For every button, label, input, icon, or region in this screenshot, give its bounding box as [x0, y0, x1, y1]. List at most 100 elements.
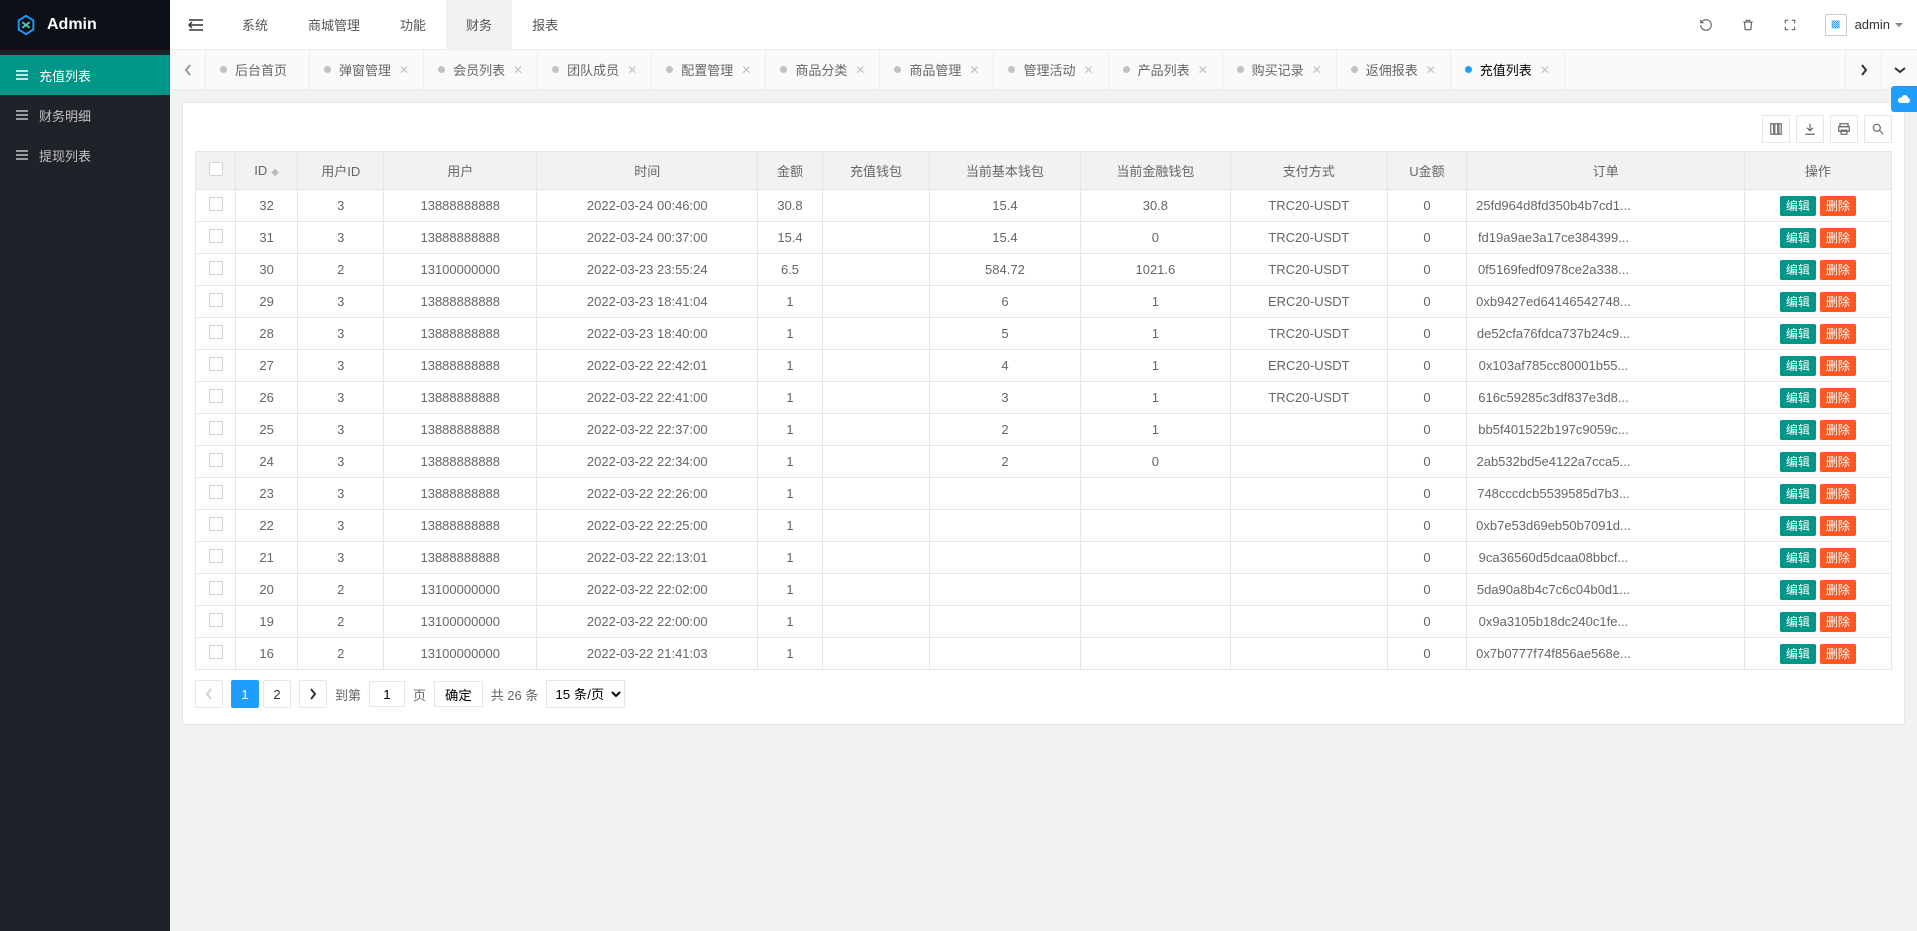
edit-button[interactable]: 编辑 [1780, 196, 1816, 216]
row-checkbox[interactable] [209, 325, 223, 339]
goto-input[interactable] [369, 681, 405, 707]
delete-button[interactable]: 删除 [1820, 420, 1856, 440]
row-checkbox[interactable] [209, 581, 223, 595]
delete-button[interactable]: 删除 [1820, 548, 1856, 568]
sidebar-toggle-button[interactable] [170, 0, 222, 49]
delete-button[interactable]: 删除 [1820, 260, 1856, 280]
float-helper-button[interactable] [1891, 86, 1917, 112]
close-icon[interactable]: ✕ [1426, 63, 1436, 77]
close-icon[interactable]: ✕ [969, 63, 979, 77]
page-number[interactable]: 2 [263, 680, 291, 708]
edit-button[interactable]: 编辑 [1780, 420, 1816, 440]
edit-button[interactable]: 编辑 [1780, 452, 1816, 472]
search-button[interactable] [1864, 115, 1892, 143]
tab-item[interactable]: 返佣报表✕ [1337, 50, 1451, 89]
delete-button[interactable]: 删除 [1820, 580, 1856, 600]
edit-button[interactable]: 编辑 [1780, 548, 1816, 568]
row-checkbox[interactable] [209, 293, 223, 307]
checkbox-all[interactable] [209, 162, 223, 176]
col-header[interactable]: ID◆ [236, 152, 298, 190]
delete-button[interactable]: 删除 [1820, 612, 1856, 632]
edit-button[interactable]: 编辑 [1780, 388, 1816, 408]
page-prev[interactable] [195, 680, 223, 708]
tab-item[interactable]: 会员列表✕ [424, 50, 538, 89]
edit-button[interactable]: 编辑 [1780, 644, 1816, 664]
column-toggle-button[interactable] [1762, 115, 1790, 143]
tab-item[interactable]: 团队成员✕ [538, 50, 652, 89]
header-nav-item[interactable]: 财务 [446, 0, 512, 49]
tabs-scroll-left[interactable] [170, 50, 206, 89]
tab-item[interactable]: 商品分类✕ [766, 50, 880, 89]
close-icon[interactable]: ✕ [741, 63, 751, 77]
delete-button[interactable]: 删除 [1820, 484, 1856, 504]
row-checkbox[interactable] [209, 453, 223, 467]
goto-button[interactable]: 确定 [434, 681, 483, 707]
row-checkbox[interactable] [209, 261, 223, 275]
edit-button[interactable]: 编辑 [1780, 484, 1816, 504]
page-limit-select[interactable]: 15 条/页 [546, 680, 625, 708]
row-checkbox[interactable] [209, 613, 223, 627]
row-checkbox[interactable] [209, 549, 223, 563]
user-menu[interactable]: ▩ admin [1811, 0, 1917, 49]
cell-pay [1231, 478, 1387, 510]
close-icon[interactable]: ✕ [627, 63, 637, 77]
close-icon[interactable]: ✕ [1198, 63, 1208, 77]
tab-item[interactable]: 配置管理✕ [652, 50, 766, 89]
page-number[interactable]: 1 [231, 680, 259, 708]
delete-button[interactable]: 删除 [1820, 292, 1856, 312]
fullscreen-button[interactable] [1769, 0, 1811, 49]
tab-item[interactable]: 充值列表✕ [1451, 50, 1565, 89]
export-button[interactable] [1796, 115, 1824, 143]
delete-button[interactable]: 删除 [1820, 228, 1856, 248]
page-next[interactable] [299, 680, 327, 708]
delete-button[interactable]: 删除 [1820, 388, 1856, 408]
header-nav-item[interactable]: 商城管理 [288, 0, 380, 49]
delete-button[interactable]: 删除 [1820, 356, 1856, 376]
header-nav-item[interactable]: 系统 [222, 0, 288, 49]
edit-button[interactable]: 编辑 [1780, 292, 1816, 312]
close-icon[interactable]: ✕ [855, 63, 865, 77]
sidebar-item-2[interactable]: 提现列表 [0, 135, 170, 175]
refresh-button[interactable] [1685, 0, 1727, 49]
edit-button[interactable]: 编辑 [1780, 580, 1816, 600]
clear-button[interactable] [1727, 0, 1769, 49]
row-checkbox[interactable] [209, 229, 223, 243]
delete-button[interactable]: 删除 [1820, 644, 1856, 664]
sidebar-item-0[interactable]: 充值列表 [0, 55, 170, 95]
delete-button[interactable]: 删除 [1820, 516, 1856, 536]
edit-button[interactable]: 编辑 [1780, 260, 1816, 280]
print-button[interactable] [1830, 115, 1858, 143]
row-checkbox[interactable] [209, 421, 223, 435]
delete-button[interactable]: 删除 [1820, 324, 1856, 344]
tab-item[interactable]: 产品列表✕ [1109, 50, 1223, 89]
row-checkbox[interactable] [209, 389, 223, 403]
tab-item[interactable]: 后台首页 [206, 50, 310, 89]
row-checkbox[interactable] [209, 357, 223, 371]
close-icon[interactable]: ✕ [1312, 63, 1322, 77]
col-header: 订单 [1467, 152, 1744, 190]
close-icon[interactable]: ✕ [1540, 63, 1550, 77]
tab-item[interactable]: 商品管理✕ [880, 50, 994, 89]
header-nav-item[interactable]: 功能 [380, 0, 446, 49]
close-icon[interactable]: ✕ [1084, 63, 1094, 77]
edit-button[interactable]: 编辑 [1780, 228, 1816, 248]
edit-button[interactable]: 编辑 [1780, 324, 1816, 344]
tab-item[interactable]: 购买记录✕ [1223, 50, 1337, 89]
delete-button[interactable]: 删除 [1820, 196, 1856, 216]
row-checkbox[interactable] [209, 197, 223, 211]
tabs-dropdown[interactable] [1881, 50, 1917, 89]
sidebar-item-1[interactable]: 财务明细 [0, 95, 170, 135]
tab-item[interactable]: 弹窗管理✕ [310, 50, 424, 89]
edit-button[interactable]: 编辑 [1780, 356, 1816, 376]
tab-item[interactable]: 管理活动✕ [994, 50, 1108, 89]
close-icon[interactable]: ✕ [513, 63, 523, 77]
edit-button[interactable]: 编辑 [1780, 612, 1816, 632]
row-checkbox[interactable] [209, 645, 223, 659]
row-checkbox[interactable] [209, 517, 223, 531]
header-nav-item[interactable]: 报表 [512, 0, 578, 49]
edit-button[interactable]: 编辑 [1780, 516, 1816, 536]
delete-button[interactable]: 删除 [1820, 452, 1856, 472]
row-checkbox[interactable] [209, 485, 223, 499]
close-icon[interactable]: ✕ [399, 63, 409, 77]
tabs-scroll-right[interactable] [1845, 50, 1881, 89]
